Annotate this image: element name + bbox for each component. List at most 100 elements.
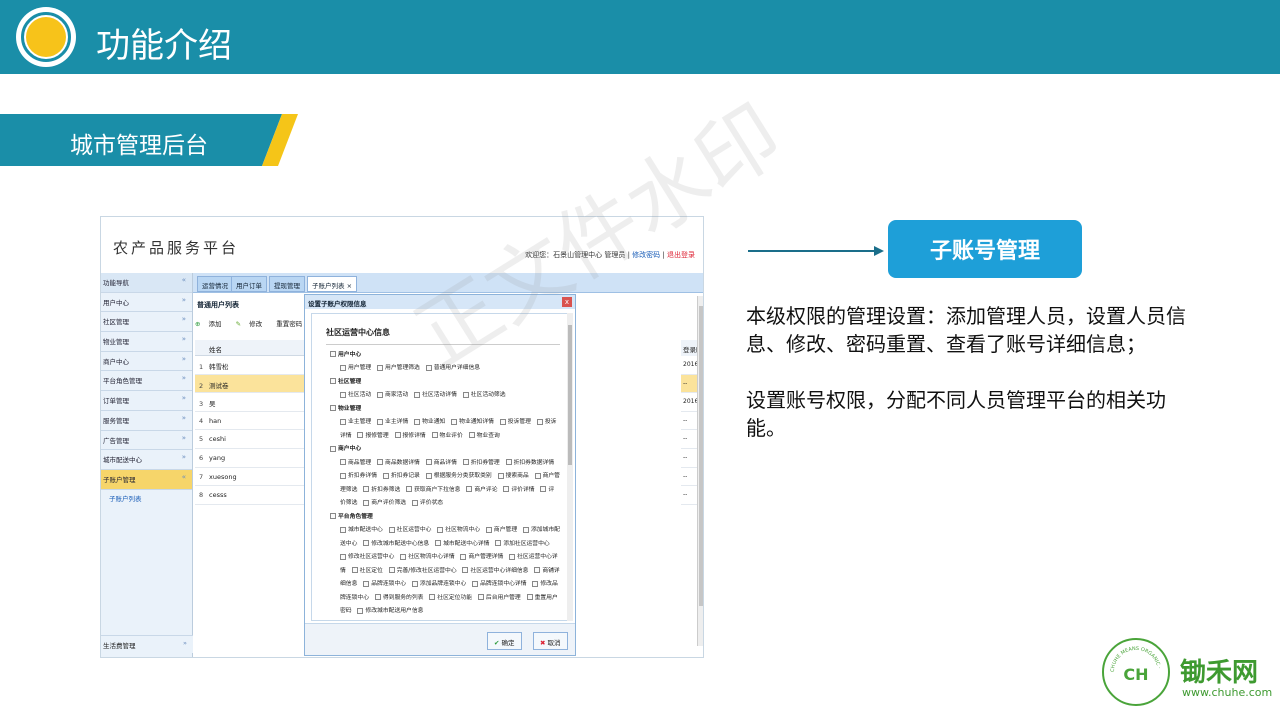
permission-group[interactable]: 用户中心 [330, 349, 560, 363]
permission-item[interactable]: 报修管理 [357, 432, 390, 439]
checkbox[interactable] [425, 459, 432, 465]
checkbox[interactable] [330, 513, 336, 519]
checkbox[interactable] [357, 607, 364, 614]
checkbox[interactable] [505, 459, 512, 465]
checkbox[interactable] [340, 472, 346, 479]
checkbox[interactable] [509, 553, 516, 560]
column-header-name[interactable]: 姓名 [195, 340, 307, 356]
checkbox[interactable] [414, 391, 421, 398]
checkbox[interactable] [340, 459, 346, 465]
checkbox[interactable] [411, 499, 418, 506]
permission-item[interactable]: 商品管理 [340, 459, 373, 466]
checkbox[interactable] [462, 567, 469, 573]
checkbox[interactable] [437, 526, 444, 533]
checkbox[interactable] [497, 472, 504, 479]
permission-item[interactable]: 获取商户下拉信息 [406, 486, 462, 493]
permission-item[interactable]: 业主详情 [377, 418, 410, 425]
checkbox[interactable] [503, 486, 510, 492]
sidebar-item-user-center[interactable]: 用户中心 » [101, 293, 192, 313]
checkbox[interactable] [340, 526, 346, 533]
checkbox[interactable] [485, 526, 492, 533]
permission-item[interactable]: 品牌连锁中心 [363, 580, 408, 587]
checkbox[interactable] [382, 472, 389, 479]
checkbox[interactable] [435, 540, 442, 546]
permission-item[interactable]: 社区物流中心详情 [400, 553, 456, 560]
checkbox[interactable] [330, 351, 336, 357]
checkbox[interactable] [330, 445, 336, 452]
add-button[interactable]: ⊕ 添加 [195, 320, 228, 328]
sidebar-item-ads[interactable]: 广告管理 » [101, 431, 192, 451]
permission-item[interactable]: 报修详情 [394, 432, 428, 439]
permission-item[interactable]: 添加社区运营中心 [495, 540, 550, 547]
tab-withdrawals[interactable]: 提现管理 [269, 276, 305, 292]
tab-user-orders[interactable]: 用户订单 [231, 276, 267, 292]
checkbox[interactable] [534, 472, 541, 479]
checkbox[interactable] [330, 405, 336, 411]
checkbox[interactable] [534, 567, 541, 573]
table-row[interactable]: 5 ceshi [195, 430, 307, 449]
permission-group[interactable]: 物业管理 [330, 403, 560, 417]
permission-item[interactable]: 业主管理 [340, 418, 373, 425]
table-row[interactable]: 8 cesss [195, 486, 307, 505]
checkbox[interactable] [340, 364, 346, 371]
permission-item[interactable]: 商品详情 [425, 459, 459, 466]
permission-item[interactable]: 社区运营中心 [388, 526, 434, 533]
tab-operations[interactable]: 运营情况 [197, 276, 233, 292]
permission-item[interactable]: 折扣券筛选 [363, 486, 402, 493]
table-row[interactable]: 3吴 [195, 393, 307, 412]
permission-group[interactable]: 平台角色管理 [330, 511, 560, 525]
permission-item[interactable]: 商家活动 [377, 391, 410, 398]
checkbox[interactable] [431, 432, 438, 438]
sidebar-item-services[interactable]: 服务管理 » [101, 411, 192, 431]
table-row[interactable]: 2 测试卷 [195, 374, 307, 394]
sidebar-item-city-delivery[interactable]: 城市配送中心 » [101, 450, 192, 470]
sidebar-item-roles[interactable]: 平台角色管理 » [101, 371, 192, 392]
permission-item[interactable]: 折扣券管理 [462, 459, 502, 466]
permission-item[interactable]: 社区活动筛选 [462, 391, 506, 398]
permission-item[interactable]: 普通用户详细信息 [425, 364, 480, 371]
checkbox[interactable] [363, 540, 370, 546]
checkbox[interactable] [330, 378, 336, 384]
sidebar-item-sub-accounts[interactable]: 子账户管理 « [101, 469, 192, 490]
sidebar-item-orders[interactable]: 订单管理 » [101, 391, 192, 411]
permission-item[interactable]: 社区运营中心详细信息 [462, 567, 530, 574]
checkbox[interactable] [363, 486, 370, 492]
permission-item[interactable]: 物业通知详情 [451, 418, 496, 425]
checkbox[interactable] [363, 580, 370, 587]
permission-item[interactable]: 搜索商品 [497, 472, 531, 479]
checkbox[interactable] [414, 418, 421, 425]
checkbox[interactable] [377, 459, 384, 465]
permission-item[interactable]: 商户管理 [485, 526, 519, 533]
checkbox[interactable] [394, 432, 401, 438]
checkbox[interactable] [411, 580, 418, 587]
permission-item[interactable]: 投诉管理 [499, 418, 533, 425]
table-row[interactable]: 1 韩雪松 [195, 356, 307, 375]
permission-item[interactable]: 商户管理详情 [460, 553, 505, 560]
permission-item[interactable]: 折扣券详情 [340, 472, 379, 479]
permission-item[interactable]: 社区活动详情 [414, 391, 459, 398]
permission-item[interactable]: 修改城市配送中心信息 [363, 540, 431, 547]
permission-item[interactable]: 社区活动 [340, 391, 373, 398]
permission-item[interactable]: 评价状态 [411, 499, 443, 506]
permission-item[interactable]: 社区定位 [351, 567, 385, 574]
dialog-scrollbar[interactable] [567, 313, 573, 621]
checkbox[interactable] [477, 594, 484, 600]
checkbox[interactable] [351, 567, 358, 573]
checkbox[interactable] [451, 418, 458, 425]
checkbox[interactable] [466, 486, 473, 492]
checkbox[interactable] [532, 580, 539, 587]
permission-item[interactable]: 商品数据详情 [377, 459, 422, 466]
permission-item[interactable]: 修改城市配送用户信息 [357, 607, 423, 614]
checkbox[interactable] [388, 567, 395, 573]
checkbox[interactable] [377, 364, 384, 371]
permission-group[interactable]: 社区管理 [330, 376, 560, 390]
permission-item[interactable]: 评价详情 [503, 486, 536, 493]
sidebar-item-property[interactable]: 物业管理 » [101, 332, 192, 352]
checkbox[interactable] [462, 459, 469, 465]
table-row[interactable]: 6 yang [195, 449, 307, 468]
permission-item[interactable]: 物业评价 [431, 432, 465, 439]
checkbox[interactable] [363, 499, 370, 506]
sidebar-item-community[interactable]: 社区管理 » [101, 312, 192, 333]
permission-item[interactable]: 城市配送中心 [340, 526, 385, 533]
checkbox[interactable] [374, 594, 381, 600]
